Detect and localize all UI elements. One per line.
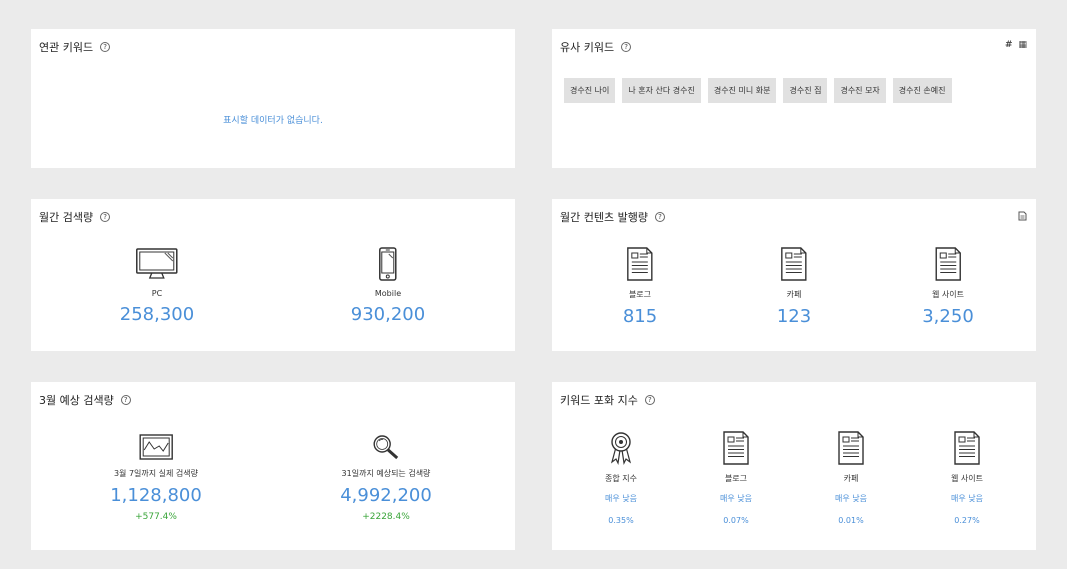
stat-label: 카페 (786, 290, 802, 299)
monthly-search-panel: 월간 검색량 ? PC 258,300 Mobile 930,200 (31, 199, 515, 351)
monthly-content-title: 월간 컨텐츠 발행량 (560, 211, 648, 224)
stat-value: 258,300 (119, 304, 195, 325)
related-keywords-title: 연관 키워드 (39, 41, 94, 54)
index-percent: 0.07% (723, 516, 749, 525)
award-ribbon-icon (610, 432, 632, 465)
monitor-icon (136, 248, 178, 279)
actual-search-stat: 3월 7일까지 실제 검색량 1,128,800 +577.4% (110, 434, 202, 522)
stat-label: 웹 사이트 (932, 290, 964, 299)
stat-label: PC (151, 289, 163, 298)
document-icon (723, 431, 749, 465)
stat-value: 1,128,800 (110, 485, 202, 506)
panel-title: 연관 키워드 ? (39, 39, 111, 55)
index-label: 종합 지수 (605, 474, 637, 483)
index-label: 웹 사이트 (951, 474, 983, 483)
stat-label: 3월 7일까지 실제 검색량 (113, 469, 199, 478)
stat-value: 815 (622, 306, 658, 327)
website-index-stat: 웹 사이트 매우 낮음 0.27% (951, 431, 983, 525)
total-index-stat: 종합 지수 매우 낮음 0.35% (605, 431, 637, 525)
mobile-icon (379, 247, 397, 281)
keyword-tag[interactable]: 경수진 미니 화분 (707, 78, 777, 103)
document-icon (935, 247, 961, 281)
index-level: 매우 낮음 (835, 494, 867, 503)
similar-keywords-panel: 유사 키워드 ? # ▦ 경수진 나이 나 혼자 산다 경수진 경수진 미니 화… (552, 29, 1036, 168)
pc-stat: PC 258,300 (120, 247, 194, 325)
view-toggle-group: # ▦ (1005, 40, 1027, 50)
monthly-content-panel: 월간 컨텐츠 발행량 ? 블로그 815 카페 123 웹 사이트 3,250 (552, 199, 1036, 351)
index-percent: 0.27% (954, 516, 980, 525)
index-percent: 0.01% (838, 516, 864, 525)
keyword-tag[interactable]: 나 혼자 산다 경수진 (622, 78, 701, 103)
forecast-panel: 3월 예상 검색량 ? 3월 7일까지 실제 검색량 1,128,800 +57… (31, 382, 515, 550)
forecast-title: 3월 예상 검색량 (39, 394, 114, 407)
index-label: 카페 (843, 474, 859, 483)
stat-value: 930,200 (350, 304, 426, 325)
help-icon[interactable]: ? (644, 395, 655, 405)
empty-message: 표시할 데이터가 없습니다. (223, 116, 323, 126)
stat-change: +577.4% (135, 512, 177, 522)
panel-title: 키워드 포화 지수 ? (560, 392, 655, 408)
index-level: 매우 낮음 (720, 494, 752, 503)
document-icon (838, 431, 864, 465)
monthly-search-title: 월간 검색량 (39, 211, 94, 224)
panel-title: 3월 예상 검색량 ? (39, 392, 131, 408)
keyword-tag[interactable]: 경수진 손예진 (892, 78, 952, 103)
stat-value: 123 (776, 306, 812, 327)
help-icon[interactable]: ? (654, 212, 665, 222)
panel-title: 월간 검색량 ? (39, 209, 111, 225)
saturation-panel: 키워드 포화 지수 ? 종합 지수 매우 낮음 0.35% 블로그 매우 낮음 … (552, 382, 1036, 550)
stat-label: 블로그 (628, 290, 652, 299)
keyword-tag[interactable]: 경수진 집 (783, 78, 828, 103)
blog-stat: 블로그 815 (623, 247, 657, 327)
keyword-tag[interactable]: 경수진 모자 (834, 78, 886, 103)
stat-value: 4,992,200 (340, 485, 432, 506)
export-document-icon[interactable] (1018, 211, 1027, 221)
index-percent: 0.35% (608, 516, 634, 525)
help-icon[interactable]: ? (100, 212, 111, 222)
magnifier-icon (373, 435, 398, 460)
document-icon (781, 247, 807, 281)
stat-label: 31일까지 예상되는 검색량 (341, 469, 431, 478)
document-icon (627, 247, 653, 281)
panel-title: 월간 컨텐츠 발행량 ? (560, 209, 665, 225)
help-icon[interactable]: ? (100, 42, 111, 52)
stat-value: 3,250 (922, 306, 974, 327)
help-icon[interactable]: ? (120, 395, 131, 405)
cafe-stat: 카페 123 (777, 247, 811, 327)
help-icon[interactable]: ? (621, 42, 632, 52)
grid-view-icon[interactable]: ▦ (1018, 40, 1027, 50)
keyword-tag-list: 경수진 나이 나 혼자 산다 경수진 경수진 미니 화분 경수진 집 경수진 모… (564, 78, 952, 103)
cafe-index-stat: 카페 매우 낮음 0.01% (835, 431, 867, 525)
index-level: 매우 낮음 (951, 494, 983, 503)
keyword-tag[interactable]: 경수진 나이 (564, 78, 616, 103)
stat-change: +2228.4% (362, 512, 410, 522)
similar-keywords-title: 유사 키워드 (560, 41, 615, 54)
mobile-stat: Mobile 930,200 (351, 247, 425, 325)
chart-frame-icon (139, 434, 173, 460)
saturation-title: 키워드 포화 지수 (560, 394, 638, 407)
expected-search-stat: 31일까지 예상되는 검색량 4,992,200 +2228.4% (340, 434, 432, 522)
related-keywords-panel: 연관 키워드 ? 표시할 데이터가 없습니다. (31, 29, 515, 168)
hashtag-view-icon[interactable]: # (1005, 40, 1013, 50)
panel-title: 유사 키워드 ? (560, 39, 632, 55)
website-stat: 웹 사이트 3,250 (922, 247, 974, 327)
stat-label: Mobile (374, 289, 402, 298)
index-label: 블로그 (724, 474, 748, 483)
index-level: 매우 낮음 (605, 494, 637, 503)
blog-index-stat: 블로그 매우 낮음 0.07% (720, 431, 752, 525)
document-icon (954, 431, 980, 465)
